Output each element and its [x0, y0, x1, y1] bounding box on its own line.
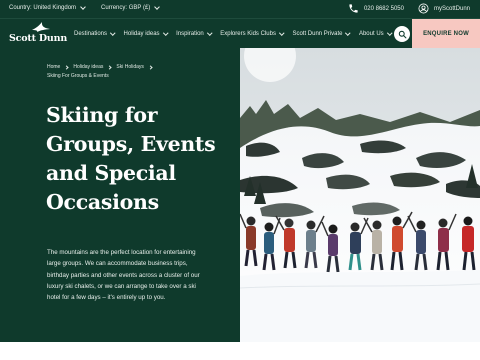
- chevron-down-icon: [80, 4, 86, 10]
- breadcrumb-home[interactable]: Home: [47, 63, 60, 72]
- phone-link[interactable]: 020 8682 5050: [348, 3, 404, 14]
- logo[interactable]: Scott Dunn: [9, 21, 69, 47]
- hero-panel: Home Holiday ideas Ski Holidays Skiing F…: [0, 48, 240, 342]
- nav-item-inspiration[interactable]: Inspiration: [176, 30, 212, 37]
- account-label: myScottDunn: [433, 5, 470, 12]
- chevron-right-icon: [64, 65, 69, 70]
- chevron-down-icon: [279, 30, 285, 36]
- nav-item-label: Scott Dunn Private: [292, 31, 343, 37]
- nav-item-label: Explorers Kids Clubs: [220, 31, 276, 37]
- hero-image: [240, 48, 480, 342]
- chevron-down-icon: [162, 30, 168, 36]
- breadcrumb-holiday-ideas[interactable]: Holiday ideas: [73, 63, 103, 72]
- nav-item-scott-dunn-private[interactable]: Scott Dunn Private: [292, 30, 351, 37]
- phone-icon: [349, 4, 358, 13]
- nav-item-label: About Us: [358, 31, 384, 37]
- chevron-down-icon: [207, 30, 212, 36]
- page-title: Skiing for Groups, Events and Special Oc…: [46, 103, 216, 214]
- nav-item-label: Destinations: [74, 31, 108, 37]
- utility-bar: Country: United Kingdom Currency: GBP (£…: [0, 0, 480, 18]
- nav-menu: Destinations Holiday ideas Inspiration E…: [74, 19, 392, 49]
- country-selector[interactable]: Country: United Kingdom: [9, 4, 86, 11]
- breadcrumb-ski-holidays[interactable]: Ski Holidays: [116, 63, 144, 72]
- chevron-down-icon: [386, 30, 392, 36]
- nav-item-destinations[interactable]: Destinations: [74, 30, 116, 37]
- logo-text: Scott Dunn: [9, 33, 68, 44]
- nav-item-holiday-ideas[interactable]: Holiday ideas: [123, 30, 168, 37]
- enquire-now-button[interactable]: ENQUIRE NOW: [412, 19, 480, 49]
- search-button[interactable]: [394, 26, 410, 42]
- hero-description: The mountains are the perfect location f…: [47, 249, 200, 302]
- user-icon: [418, 3, 429, 14]
- nav-item-label: Holiday ideas: [123, 31, 160, 37]
- country-label: Country: United Kingdom: [9, 5, 77, 11]
- chevron-down-icon: [154, 4, 161, 10]
- nav-item-about-us[interactable]: About Us: [358, 30, 392, 37]
- account-link[interactable]: myScottDunn: [418, 3, 470, 14]
- breadcrumb-current: Skiing For Groups & Events: [47, 73, 109, 79]
- main-nav: Scott Dunn Destinations Holiday ideas In…: [0, 18, 480, 49]
- logo-bird-icon: [32, 22, 50, 32]
- chevron-right-icon: [148, 65, 153, 70]
- nav-item-label: Inspiration: [176, 31, 204, 37]
- nav-item-explorers-kids-clubs[interactable]: Explorers Kids Clubs: [220, 30, 285, 37]
- search-icon: [398, 30, 406, 38]
- chevron-down-icon: [345, 30, 351, 36]
- content-section: [0, 342, 480, 360]
- chevron-down-icon: [110, 30, 116, 36]
- breadcrumb: Home Holiday ideas Ski Holidays Skiing F…: [47, 63, 153, 81]
- currency-label: Currency: GBP (£): [101, 5, 151, 11]
- phone-number: 020 8682 5050: [363, 5, 404, 12]
- currency-selector[interactable]: Currency: GBP (£): [101, 4, 161, 11]
- chevron-right-icon: [107, 65, 112, 70]
